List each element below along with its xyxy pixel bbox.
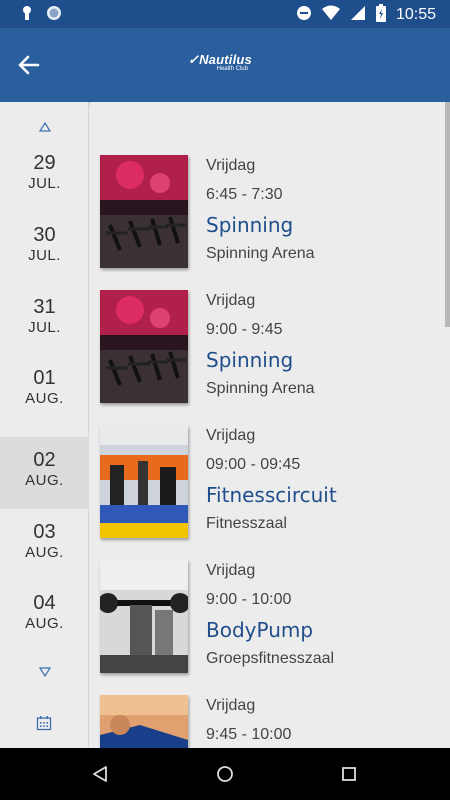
date-day: 04 — [33, 592, 56, 614]
arrow-left-icon — [18, 55, 40, 75]
status-time: 10:55 — [395, 6, 436, 23]
date-month: AUG. — [25, 615, 64, 632]
class-time: 9:45 - 10:00 — [206, 726, 292, 743]
date-selector: 29 JUL. 30 JUL. 31 JUL. 01 AUG. 02 AUG. … — [0, 102, 89, 748]
app-bar: ✓Nautilus Health Club — [0, 28, 450, 102]
square-recents-icon — [342, 767, 356, 781]
date-item[interactable]: 04 AUG. — [0, 580, 89, 652]
class-title: Fitnesscircuit — [206, 483, 337, 507]
class-title: Spinning — [206, 213, 294, 237]
nav-recents-button[interactable] — [337, 762, 361, 786]
date-item[interactable]: 03 AUG. — [0, 509, 89, 581]
date-month: AUG. — [25, 472, 64, 489]
date-month: JUL. — [28, 247, 61, 264]
nav-home-button[interactable] — [213, 762, 237, 786]
class-card[interactable]: Vrijdag 9:00 - 9:45 Spinning Spinning Ar… — [100, 290, 440, 410]
date-item[interactable]: 01 AUG. — [0, 355, 89, 427]
triangle-down-icon — [38, 667, 51, 677]
date-day: 30 — [33, 224, 56, 246]
class-card[interactable]: Vrijdag 9:45 - 10:00 — [100, 695, 440, 748]
date-day: 01 — [33, 367, 56, 389]
bodypump-thumbnail — [100, 560, 188, 673]
nav-back-button[interactable] — [88, 762, 112, 786]
do-not-disturb-icon — [296, 5, 312, 25]
date-day: 29 — [33, 152, 56, 174]
scrollbar[interactable] — [445, 102, 450, 327]
date-month: JUL. — [28, 319, 61, 336]
class-day: Vrijdag — [206, 697, 256, 714]
date-month: JUL. — [28, 175, 61, 192]
circle-home-icon — [217, 766, 233, 782]
class-location: Fitnesszaal — [206, 515, 287, 532]
logo-main-text: Nautilus — [199, 52, 252, 67]
date-month: AUG. — [25, 544, 64, 561]
back-button[interactable] — [14, 50, 44, 80]
wifi-icon — [321, 5, 340, 25]
date-month: AUG. — [25, 390, 64, 407]
class-time: 9:00 - 9:45 — [206, 321, 283, 338]
date-day: 31 — [33, 296, 56, 318]
class-location: Spinning Arena — [206, 245, 315, 262]
class-time: 09:00 - 09:45 — [206, 456, 301, 473]
stretch-thumbnail — [100, 695, 188, 748]
calendar-icon — [36, 716, 52, 731]
class-day: Vrijdag — [206, 427, 256, 444]
class-card[interactable]: Vrijdag 9:00 - 10:00 BodyPump Groepsfitn… — [100, 560, 440, 680]
class-location: Spinning Arena — [206, 380, 315, 397]
class-day: Vrijdag — [206, 292, 256, 309]
date-item[interactable]: 29 JUL. — [0, 140, 89, 212]
class-day: Vrijdag — [206, 562, 256, 579]
status-bar: 10:55 — [0, 0, 450, 28]
spinning-thumbnail — [100, 155, 188, 268]
class-time: 9:00 - 10:00 — [206, 591, 292, 608]
date-day: 03 — [33, 521, 56, 543]
date-item-selected[interactable]: 02 AUG. — [0, 437, 89, 509]
class-location: Groepsfitnesszaal — [206, 650, 335, 667]
class-time: 6:45 - 7:30 — [206, 186, 283, 203]
class-card[interactable]: Vrijdag 09:00 - 09:45 Fitnesscircuit Fit… — [100, 425, 440, 545]
fitness-thumbnail — [100, 425, 188, 538]
signal-icon — [350, 5, 366, 25]
battery-icon — [375, 4, 386, 26]
navigation-bar — [0, 748, 450, 800]
class-title: BodyPump — [206, 618, 314, 642]
spinning-thumbnail — [100, 290, 188, 403]
scroll-down-button[interactable] — [0, 667, 89, 677]
triangle-up-icon — [38, 122, 51, 132]
date-item[interactable]: 31 JUL. — [0, 284, 89, 356]
scroll-up-button[interactable] — [0, 122, 89, 132]
date-item[interactable]: 30 JUL. — [0, 212, 89, 284]
sync-icon — [46, 5, 62, 25]
nautilus-logo: ✓Nautilus Health Club — [188, 52, 252, 72]
calendar-button[interactable] — [36, 715, 52, 735]
class-day: Vrijdag — [206, 157, 256, 174]
swoosh-icon: ✓ — [188, 52, 200, 67]
class-list[interactable]: Vrijdag 6:45 - 7:30 Spinning Spinning Ar… — [90, 102, 450, 748]
keyhole-icon — [22, 5, 32, 25]
class-card[interactable]: Vrijdag 6:45 - 7:30 Spinning Spinning Ar… — [100, 155, 440, 275]
triangle-back-icon — [93, 766, 107, 782]
date-day: 02 — [33, 449, 56, 471]
class-title: Spinning — [206, 348, 294, 372]
